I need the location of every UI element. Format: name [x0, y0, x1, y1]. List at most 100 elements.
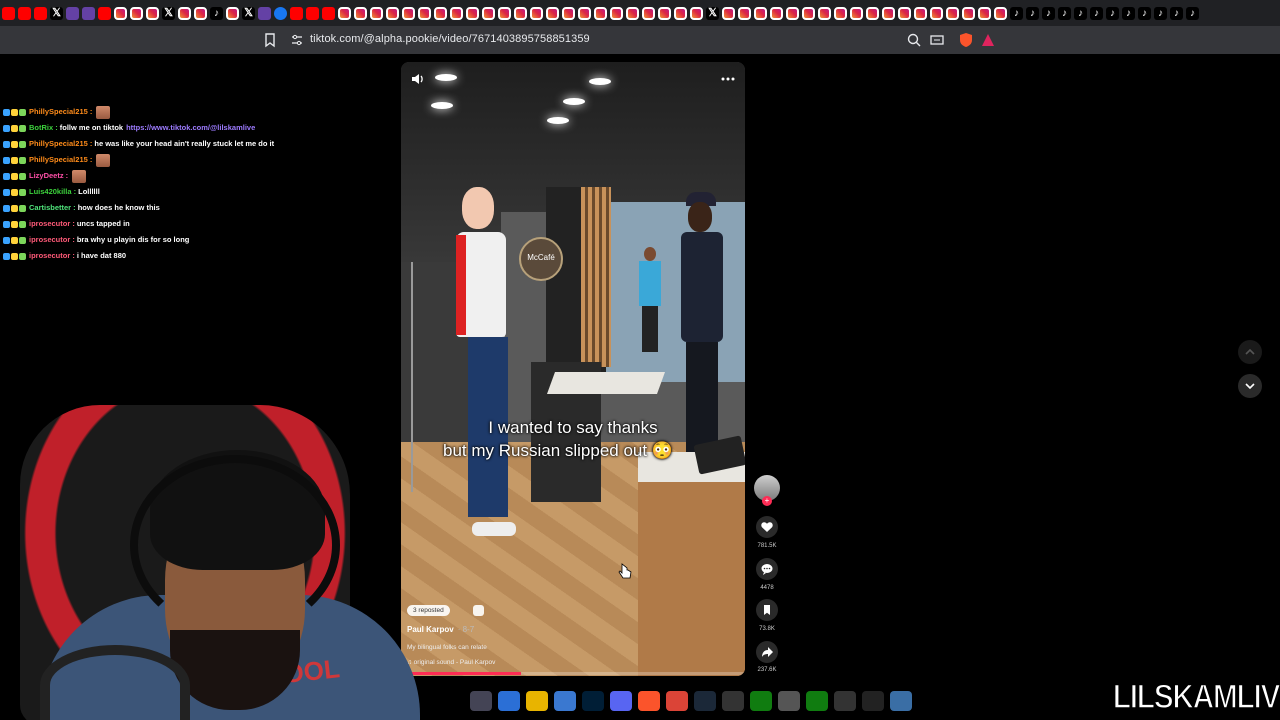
- browser-tab-ig-icon[interactable]: [370, 6, 383, 20]
- browser-tab-tt-icon[interactable]: ♪: [1090, 6, 1103, 20]
- browser-tab-ig-icon[interactable]: [690, 6, 703, 20]
- url-field[interactable]: tiktok.com/@alpha.pookie/video/767140389…: [310, 33, 590, 45]
- browser-tab-ig-icon[interactable]: [386, 6, 399, 20]
- taskbar-ntt-icon[interactable]: [722, 691, 744, 711]
- chat-username[interactable]: iprosecutor :: [29, 234, 75, 246]
- browser-tab-ig-icon[interactable]: [898, 6, 911, 20]
- browser-tab-pinterest-icon[interactable]: [2, 6, 15, 20]
- browser-tab-ig-icon[interactable]: [610, 6, 623, 20]
- chat-username[interactable]: Luis420killa :: [29, 186, 76, 198]
- volume-icon[interactable]: [410, 71, 426, 87]
- browser-tab-twitch-icon[interactable]: [258, 6, 271, 20]
- browser-tab-ig-icon[interactable]: [786, 6, 799, 20]
- taskbar-discord-icon[interactable]: [610, 691, 632, 711]
- browser-tab-tt-icon[interactable]: ♪: [1026, 6, 1039, 20]
- browser-tab-tt-icon[interactable]: ♪: [1186, 6, 1199, 20]
- browser-tab-ig-icon[interactable]: [562, 6, 575, 20]
- browser-tab-ig-icon[interactable]: [498, 6, 511, 20]
- taskbar-monitor-icon[interactable]: [890, 691, 912, 711]
- browser-tab-ig-icon[interactable]: [738, 6, 751, 20]
- browser-tab-tt-icon[interactable]: ♪: [1122, 6, 1135, 20]
- browser-tab-ig-icon[interactable]: [754, 6, 767, 20]
- browser-tab-ig-icon[interactable]: [850, 6, 863, 20]
- browser-tab-x-icon[interactable]: 𝕏: [50, 6, 63, 20]
- chat-username[interactable]: iprosecutor :: [29, 218, 75, 230]
- browser-tab-tt-icon[interactable]: ♪: [1074, 6, 1087, 20]
- browser-tab-ig-icon[interactable]: [338, 6, 351, 20]
- chat-username[interactable]: Cartisbetter :: [29, 202, 76, 214]
- browser-tab-ig-icon[interactable]: [818, 6, 831, 20]
- browser-tab-youtube-icon[interactable]: [34, 6, 47, 20]
- browser-tab-x-icon[interactable]: 𝕏: [162, 6, 175, 20]
- browser-tab-ig-icon[interactable]: [914, 6, 927, 20]
- taskbar-obs-icon[interactable]: [862, 691, 884, 711]
- browser-tab-ig-icon[interactable]: [882, 6, 895, 20]
- taskbar-copilot-icon[interactable]: [498, 691, 520, 711]
- browser-tab-twitch-icon[interactable]: [82, 6, 95, 20]
- browser-tab-ig-icon[interactable]: [626, 6, 639, 20]
- browser-tab-x-icon[interactable]: 𝕏: [706, 6, 719, 20]
- browser-tab-ig-icon[interactable]: [722, 6, 735, 20]
- browser-tab-ig-icon[interactable]: [578, 6, 591, 20]
- previous-video-button[interactable]: [1238, 340, 1262, 364]
- browser-tab-tt-icon[interactable]: ♪: [1154, 6, 1167, 20]
- rewards-icon[interactable]: [980, 32, 996, 48]
- share-button[interactable]: [756, 641, 778, 663]
- browser-tab-ig-icon[interactable]: [418, 6, 431, 20]
- taskbar-store-icon[interactable]: [554, 691, 576, 711]
- browser-tab-tt-icon[interactable]: ♪: [210, 6, 223, 20]
- browser-tab-ig-icon[interactable]: [402, 6, 415, 20]
- like-button[interactable]: [756, 516, 778, 538]
- browser-tab-ig-icon[interactable]: [962, 6, 975, 20]
- brave-shield-icon[interactable]: [958, 32, 974, 48]
- browser-tab-ig-icon[interactable]: [594, 6, 607, 20]
- save-button[interactable]: [756, 599, 778, 621]
- browser-tab-tt-icon[interactable]: ♪: [1138, 6, 1151, 20]
- browser-tab-twitch-icon[interactable]: [66, 6, 79, 20]
- browser-tab-ig-icon[interactable]: [674, 6, 687, 20]
- browser-tab-ig-icon[interactable]: [802, 6, 815, 20]
- browser-tab-ig-icon[interactable]: [530, 6, 543, 20]
- browser-tab-ig-icon[interactable]: [642, 6, 655, 20]
- browser-tab-ig-icon[interactable]: [434, 6, 447, 20]
- tiktok-video[interactable]: McCafé I wanted to say thanks but my Rus…: [401, 62, 745, 676]
- browser-tab-ig-icon[interactable]: [146, 6, 159, 20]
- browser-tab-ig-icon[interactable]: [866, 6, 879, 20]
- browser-tab-ig-icon[interactable]: [130, 6, 143, 20]
- bookmark-icon[interactable]: [262, 32, 278, 48]
- zoom-icon[interactable]: [906, 32, 922, 48]
- browser-tab-ig-icon[interactable]: [834, 6, 847, 20]
- browser-tab-ig-icon[interactable]: [658, 6, 671, 20]
- progress-bar[interactable]: [401, 672, 745, 675]
- browser-tab-tt-icon[interactable]: ♪: [1058, 6, 1071, 20]
- taskbar-steam-icon[interactable]: [694, 691, 716, 711]
- more-options-icon[interactable]: [720, 71, 736, 87]
- browser-tab-ig-icon[interactable]: [514, 6, 527, 20]
- comment-button[interactable]: [756, 558, 778, 580]
- browser-tab-ig-icon[interactable]: [226, 6, 239, 20]
- browser-tab-ig-icon[interactable]: [978, 6, 991, 20]
- repost-icon[interactable]: [473, 605, 484, 616]
- browser-tab-ig-icon[interactable]: [450, 6, 463, 20]
- browser-tab-ig-icon[interactable]: [178, 6, 191, 20]
- taskbar-chat-icon[interactable]: [470, 691, 492, 711]
- chat-username[interactable]: PhillySpecial215 :: [29, 154, 92, 166]
- chat-username[interactable]: BotRix :: [29, 122, 58, 134]
- browser-tab-ig-icon[interactable]: [946, 6, 959, 20]
- browser-tab-tt-icon[interactable]: ♪: [1170, 6, 1183, 20]
- site-info-icon[interactable]: [290, 33, 304, 47]
- next-video-button[interactable]: [1238, 374, 1262, 398]
- chat-link[interactable]: https://www.tiktok.com/@lilskamlive: [126, 122, 255, 134]
- browser-tab-tt-icon[interactable]: ♪: [1010, 6, 1023, 20]
- taskbar-brave-icon[interactable]: [638, 691, 660, 711]
- browser-tab-ig-icon[interactable]: [354, 6, 367, 20]
- browser-tab-ig-icon[interactable]: [930, 6, 943, 20]
- taskbar-ps-icon[interactable]: [582, 691, 604, 711]
- browser-tab-x-icon[interactable]: 𝕏: [242, 6, 255, 20]
- browser-tab-ig-icon[interactable]: [194, 6, 207, 20]
- browser-tab-yt-icon[interactable]: [290, 6, 303, 20]
- browser-tab-ig-icon[interactable]: [770, 6, 783, 20]
- browser-tab-tt-icon[interactable]: ♪: [1106, 6, 1119, 20]
- browser-tab-pinterest-icon[interactable]: [18, 6, 31, 20]
- cast-icon[interactable]: [929, 32, 945, 48]
